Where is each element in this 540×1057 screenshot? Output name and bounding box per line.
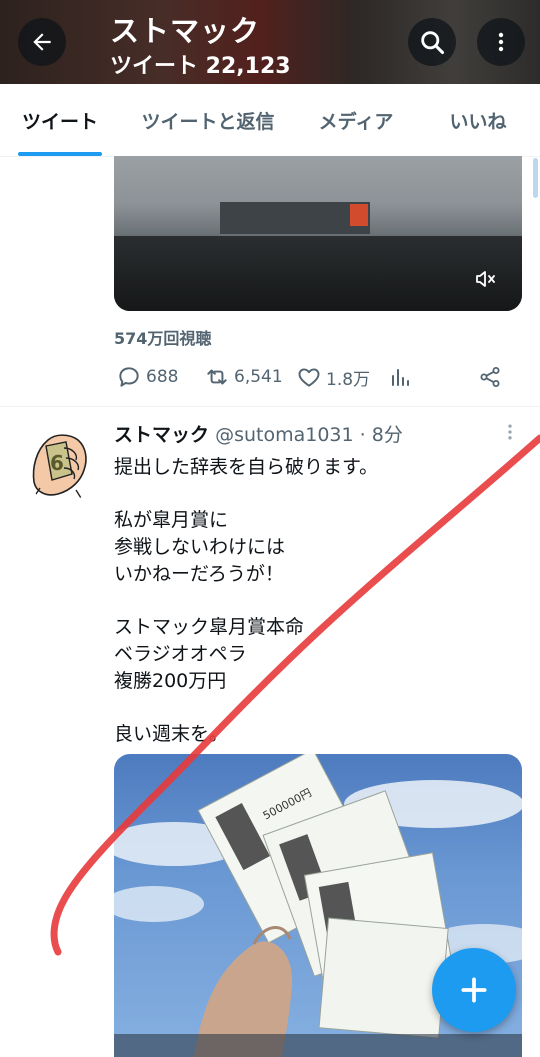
tweet-header: ストマック @sutoma1031 · 8分 xyxy=(114,420,494,447)
tweet-count: ツイート 22,123 xyxy=(110,54,291,79)
heart-icon xyxy=(298,368,320,387)
compose-tweet-button[interactable] xyxy=(432,948,516,1032)
grandstand-shape xyxy=(220,202,370,234)
retweet-icon xyxy=(207,369,227,385)
tab-media-label: メディア xyxy=(318,110,394,133)
profile-timeline-screen: ストマック ツイート 22,123 ツイート ツイートと返信 メディア いいね … xyxy=(0,0,540,1057)
tweet-timestamp: 8分 xyxy=(371,424,403,446)
tweet-text-line: 私が皐月賞に xyxy=(114,509,229,531)
active-tab-indicator xyxy=(18,152,102,156)
tweet-text-line: いかねーだろうが！ xyxy=(114,563,284,585)
scrollbar-thumb[interactable] xyxy=(533,158,538,198)
video-player[interactable] xyxy=(114,156,522,311)
profile-tabs: ツイート ツイートと返信 メディア いいね xyxy=(0,84,540,157)
analytics-button[interactable] xyxy=(388,362,412,392)
avatar[interactable]: 6 xyxy=(26,424,94,506)
reply-icon xyxy=(119,367,139,387)
avatar-hand-illustration: 6 xyxy=(26,424,94,506)
tweet-text-line: 参戦しないわけには xyxy=(114,536,286,558)
tab-tweets-and-replies-label: ツイートと返信 xyxy=(141,110,275,133)
tweet-action-bar: 688 6,541 1.8万 xyxy=(114,362,514,392)
tab-likes[interactable]: いいね xyxy=(416,84,540,156)
retweet-button[interactable]: 6,541 xyxy=(204,362,283,392)
tab-tweets[interactable]: ツイート xyxy=(0,84,120,156)
tab-media[interactable]: メディア xyxy=(296,84,416,156)
tweet-text-line: ストマック皐月賞本命 xyxy=(114,616,305,638)
svg-text:6: 6 xyxy=(50,451,64,475)
retweet-count: 6,541 xyxy=(234,367,283,387)
mute-button[interactable] xyxy=(466,260,504,298)
more-vertical-icon xyxy=(498,32,504,52)
tab-likes-label: いいね xyxy=(449,110,507,133)
tweet-author-handle[interactable]: @sutoma1031 xyxy=(215,424,354,446)
more-options-button[interactable] xyxy=(477,18,525,66)
tweet-text-line: ベラジオオペラ xyxy=(114,643,247,665)
tweet-author-name[interactable]: ストマック xyxy=(114,424,209,446)
share-icon xyxy=(480,367,500,387)
profile-header: ストマック ツイート 22,123 xyxy=(0,0,540,84)
tweet-text-line: 複勝200万円 xyxy=(114,670,227,692)
volume-mute-icon xyxy=(476,271,495,287)
tweet-more-button[interactable] xyxy=(498,420,522,444)
like-button[interactable]: 1.8万 xyxy=(296,362,370,392)
tweet-text-line: 良い週末を。 xyxy=(114,723,229,745)
analytics-icon xyxy=(392,369,409,386)
reply-count: 688 xyxy=(146,367,179,387)
crowd-shape xyxy=(114,236,522,311)
tweet-divider xyxy=(0,406,540,407)
plus-icon xyxy=(461,977,487,1003)
tab-tweets-label: ツイート xyxy=(21,110,98,133)
separator-dot: · xyxy=(359,424,366,446)
arrow-left-icon xyxy=(33,33,51,51)
view-count: 574万回視聴 xyxy=(114,329,212,348)
profile-name-title: ストマック xyxy=(110,14,261,48)
like-count: 1.8万 xyxy=(326,369,371,390)
search-icon xyxy=(421,31,445,55)
search-button[interactable] xyxy=(408,18,456,66)
more-vertical-icon xyxy=(508,424,512,440)
share-button[interactable] xyxy=(478,362,502,392)
scoreboard-shape xyxy=(350,204,368,226)
tab-tweets-and-replies[interactable]: ツイートと返信 xyxy=(120,84,296,156)
tweet-text-line: 提出した辞表を自ら破ります。 xyxy=(114,456,379,478)
reply-button[interactable]: 688 xyxy=(116,362,178,392)
back-button[interactable] xyxy=(18,18,66,66)
